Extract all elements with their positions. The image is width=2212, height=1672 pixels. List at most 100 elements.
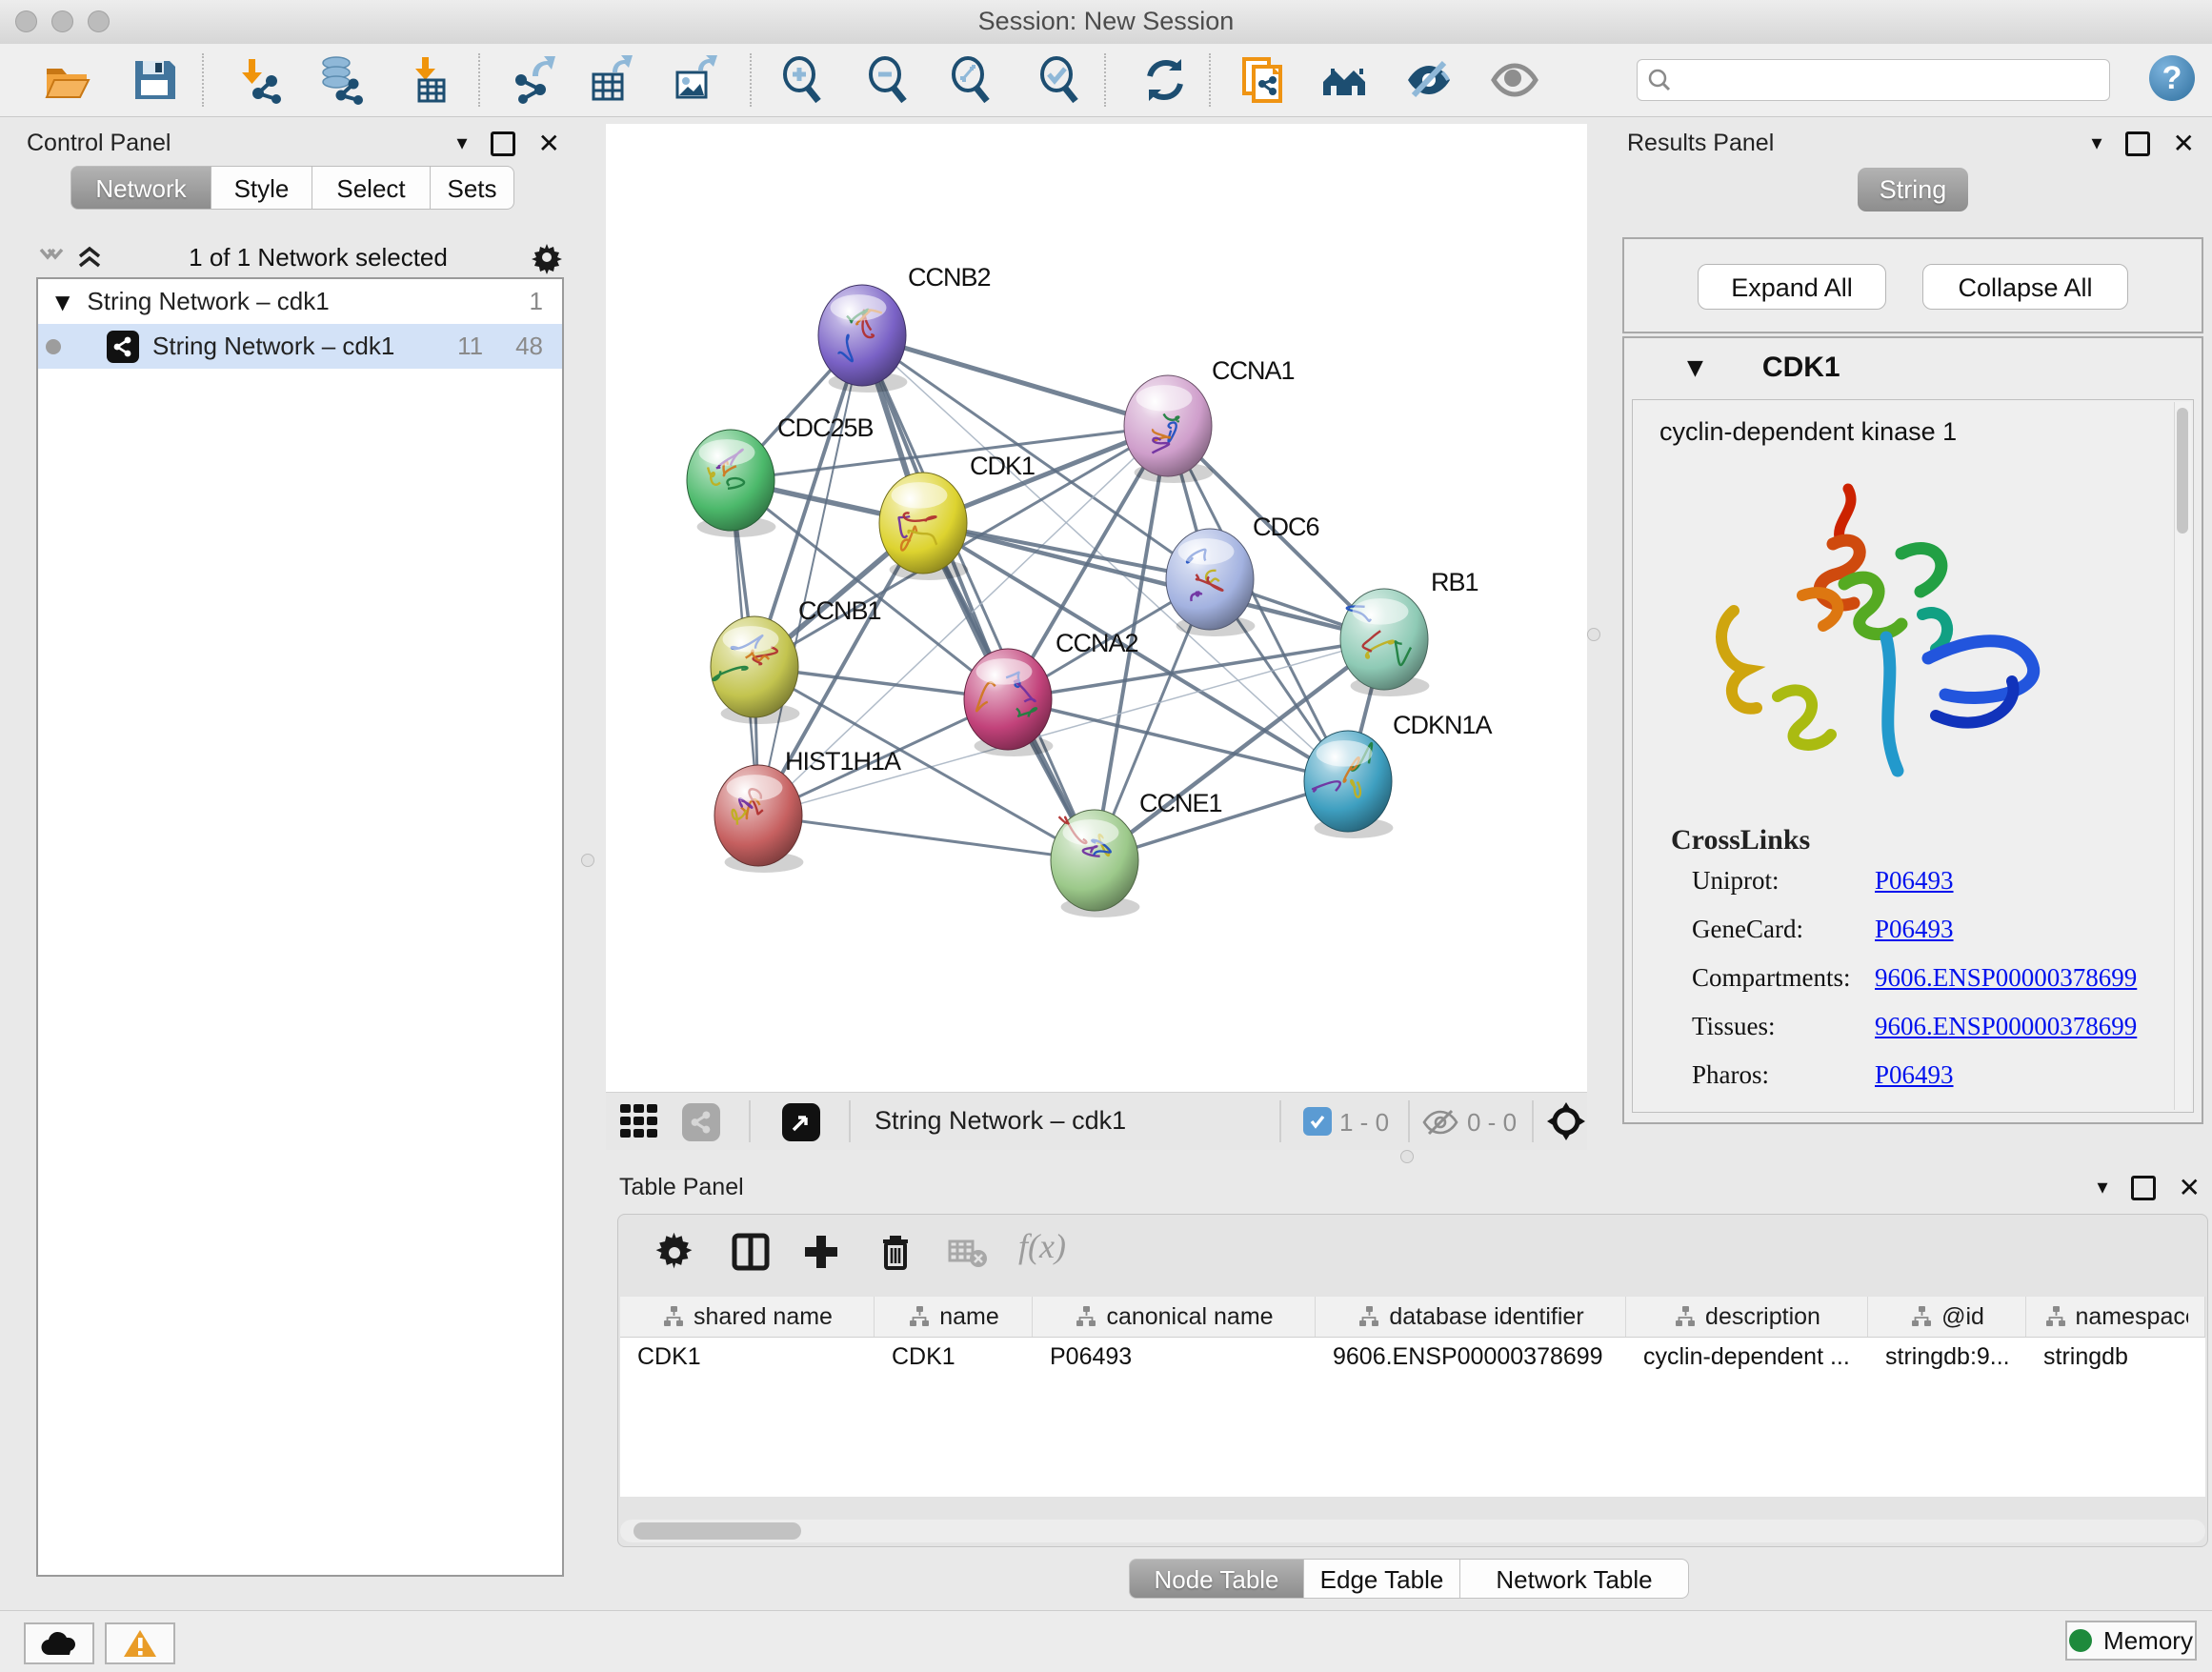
close-window-button[interactable] [15, 10, 37, 32]
export-image-icon[interactable] [670, 55, 719, 105]
birds-eye-view-icon[interactable] [1545, 1100, 1587, 1142]
tab-network[interactable]: Network [70, 166, 211, 210]
memory-button[interactable]: Memory [2065, 1621, 2197, 1661]
node-table[interactable]: shared namenamecanonical namedatabase id… [620, 1297, 2205, 1497]
fit-content-icon[interactable] [945, 55, 995, 105]
cloud-button[interactable] [24, 1622, 94, 1664]
zoom-out-icon[interactable] [862, 55, 912, 105]
zoom-in-icon[interactable] [776, 55, 826, 105]
maximize-window-button[interactable] [88, 10, 110, 32]
tab-edge-table[interactable]: Edge Table [1304, 1559, 1460, 1599]
vertical-splitter-grip[interactable] [581, 854, 594, 867]
import-network-from-file-icon[interactable] [234, 55, 284, 105]
close-panel-icon[interactable]: ✕ [2179, 1178, 2201, 1198]
import-table-from-file-icon[interactable] [406, 55, 455, 105]
gene-header-row[interactable]: ▼ CDK1 [1624, 338, 2202, 397]
table-cell[interactable]: CDK1 [620, 1338, 875, 1376]
show-column-panel-icon[interactable] [729, 1230, 773, 1274]
network-collection-row[interactable]: ▼ String Network – cdk1 1 [38, 279, 562, 324]
network-edge[interactable] [862, 335, 1168, 426]
open-session-icon[interactable] [42, 55, 91, 105]
table-cell[interactable]: 9606.ENSP00000378699 [1316, 1338, 1626, 1376]
refresh-view-icon[interactable] [1140, 55, 1190, 105]
tab-select[interactable]: Select [312, 166, 431, 210]
gear-icon[interactable] [530, 240, 564, 274]
minimize-window-button[interactable] [51, 10, 73, 32]
network-view-canvas[interactable]: CCNB2CCNA1CDC25BCDK1CDC6RB1CCNB1CCNA2CDK… [606, 124, 1587, 1092]
collapse-all-icon[interactable] [74, 243, 107, 272]
hide-selected-icon[interactable] [1404, 55, 1454, 105]
toolbar-search[interactable] [1637, 59, 2110, 101]
open-in-new-window-icon[interactable] [782, 1103, 820, 1141]
horizontal-splitter-grip[interactable] [1400, 1150, 1414, 1163]
network-graph-svg[interactable]: CCNB2CCNA1CDC25BCDK1CDC6RB1CCNB1CCNA2CDK… [606, 124, 1587, 1092]
network-edge[interactable] [758, 335, 862, 816]
network-edge[interactable] [862, 335, 1095, 860]
crosslink-link[interactable]: P06493 [1875, 1060, 1954, 1090]
column-header--id[interactable]: @id [1868, 1297, 2026, 1337]
search-input[interactable] [1672, 66, 2085, 94]
import-network-from-database-icon[interactable] [315, 55, 365, 105]
table-horizontal-scrollbar[interactable] [620, 1520, 2205, 1542]
network-node-RB1[interactable]: RB1 [1340, 568, 1478, 696]
network-edge[interactable] [1008, 699, 1348, 781]
network-edge[interactable] [758, 816, 1095, 860]
float-panel-icon[interactable] [2125, 131, 2150, 156]
close-panel-icon[interactable]: ✕ [538, 134, 560, 153]
network-node-CCNA2[interactable]: CCNA2 [964, 629, 1138, 756]
expand-all-button[interactable]: Expand All [1698, 264, 1886, 310]
collapse-section-icon[interactable]: ▼ [1687, 356, 1703, 380]
tab-network-table[interactable]: Network Table [1460, 1559, 1689, 1599]
export-table-icon[interactable] [586, 55, 635, 105]
column-header-database-identifier[interactable]: database identifier [1316, 1297, 1626, 1337]
column-header-description[interactable]: description [1626, 1297, 1868, 1337]
column-header-name[interactable]: name [875, 1297, 1033, 1337]
warnings-button[interactable] [105, 1622, 175, 1664]
float-panel-icon[interactable] [2131, 1176, 2156, 1200]
network-node-CCNB2[interactable]: CCNB2 [818, 263, 991, 393]
network-node-CCNB1[interactable]: CCNB1 [711, 596, 881, 724]
tree-expand-icon[interactable]: ▼ [55, 291, 70, 313]
network-share-view-icon[interactable] [682, 1103, 720, 1141]
show-eye-icon[interactable] [1490, 55, 1539, 105]
results-scrollbar-thumb[interactable] [2177, 408, 2188, 534]
table-cell[interactable]: stringdb [2026, 1338, 2205, 1376]
network-node-CCNE1[interactable]: CCNE1 [1051, 789, 1222, 917]
panel-menu-icon[interactable]: ▾ [2097, 1176, 2107, 1199]
panel-menu-icon[interactable]: ▾ [456, 131, 467, 155]
column-header-namespace[interactable]: namespace [2026, 1297, 2205, 1337]
tab-node-table[interactable]: Node Table [1129, 1559, 1304, 1599]
grid-view-icon[interactable] [620, 1104, 664, 1140]
table-cell[interactable]: CDK1 [875, 1338, 1033, 1376]
zoom-selected-icon[interactable] [1034, 55, 1083, 105]
export-network-icon[interactable] [508, 55, 557, 105]
column-header-shared-name[interactable]: shared name [620, 1297, 875, 1337]
expand-all-icon[interactable] [36, 243, 69, 272]
vertical-splitter-grip[interactable] [1587, 628, 1600, 641]
network-node-HIST1H1A[interactable]: HIST1H1A [714, 747, 901, 873]
crosslink-link[interactable]: P06493 [1875, 915, 1954, 944]
tab-string[interactable]: String [1858, 168, 1968, 212]
tab-sets[interactable]: Sets [431, 166, 514, 210]
clone-network-icon[interactable] [1238, 55, 1288, 105]
table-cell[interactable]: cyclin-dependent ... [1626, 1338, 1868, 1376]
table-row[interactable]: CDK1CDK1P064939606.ENSP00000378699cyclin… [620, 1338, 2205, 1376]
table-cell[interactable]: stringdb:9... [1868, 1338, 2026, 1376]
crosslink-link[interactable]: P06493 [1875, 866, 1954, 896]
help-button[interactable]: ? [2149, 55, 2195, 101]
create-column-plus-icon[interactable] [799, 1230, 843, 1274]
results-scrollbar[interactable] [2174, 402, 2191, 1110]
selected-checkbox-icon[interactable] [1303, 1107, 1332, 1136]
network-node-CDKN1A[interactable]: CDKN1A [1304, 711, 1493, 838]
network-row-selected[interactable]: String Network – cdk1 11 48 [38, 324, 562, 369]
crosslink-link[interactable]: 9606.ENSP00000378699 [1875, 963, 2137, 993]
table-scrollbar-thumb[interactable] [633, 1522, 801, 1540]
tab-style[interactable]: Style [211, 166, 312, 210]
save-session-icon[interactable] [130, 55, 179, 105]
table-cell[interactable]: P06493 [1033, 1338, 1316, 1376]
window-controls[interactable] [15, 10, 110, 32]
panel-menu-icon[interactable]: ▾ [2091, 131, 2101, 155]
close-panel-icon[interactable]: ✕ [2173, 134, 2195, 153]
show-all-networks-icon[interactable] [1319, 55, 1369, 105]
column-header-canonical-name[interactable]: canonical name [1033, 1297, 1316, 1337]
